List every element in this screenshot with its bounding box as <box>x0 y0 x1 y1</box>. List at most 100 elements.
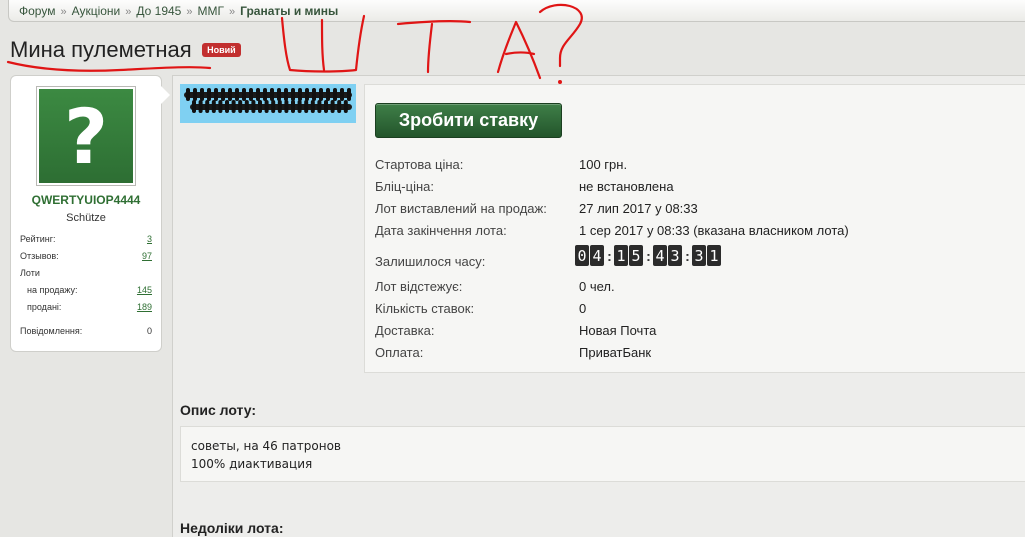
payment-label: Оплата: <box>375 345 424 360</box>
belt-link <box>305 88 309 101</box>
belt-link <box>270 88 274 101</box>
belt-link <box>284 100 289 113</box>
watchers-label: Лот відстежує: <box>375 279 463 294</box>
stat-rating: Рейтинг: 3 <box>20 234 152 244</box>
breadcrumb-before-1945[interactable]: До 1945 <box>136 4 181 18</box>
end-date-value: 1 сер 2017 у 08:33 (вказана власником ло… <box>579 223 849 238</box>
belt-link <box>251 100 256 113</box>
stat-label: продані: <box>27 302 62 312</box>
belt-link <box>200 88 204 101</box>
listed-date-value: 27 лип 2017 у 08:33 <box>579 201 698 216</box>
belt-link <box>304 100 309 113</box>
belt-link <box>277 88 281 101</box>
timer-digit: 4 <box>590 245 604 266</box>
stat-rating-value[interactable]: 3 <box>147 234 152 244</box>
belt-link <box>277 100 282 113</box>
countdown-timer: 0 4 : 1 5 : 4 3 : 3 1 <box>575 245 722 266</box>
start-price-label: Стартова ціна: <box>375 157 464 172</box>
belt-link <box>263 88 267 101</box>
belt-link <box>256 88 260 101</box>
place-bid-button[interactable]: Зробити ставку <box>375 103 562 138</box>
breadcrumb-separator: » <box>186 6 193 18</box>
avatar[interactable]: ? <box>36 86 136 186</box>
timer-digit: 1 <box>707 245 721 266</box>
belt-link <box>291 88 295 101</box>
payment-value: ПриватБанк <box>579 345 652 360</box>
stat-label: Отзывов: <box>20 251 59 261</box>
belt-link <box>340 88 344 101</box>
username[interactable]: QWERTYUIOP4444 <box>11 193 161 207</box>
card-pointer <box>161 86 170 104</box>
stat-for-sale-value[interactable]: 145 <box>137 285 152 295</box>
breadcrumb-grenades-mines[interactable]: Гранаты и мины <box>240 4 338 18</box>
belt-link <box>205 100 210 113</box>
start-price-value: 100 грн. <box>579 157 628 172</box>
breadcrumb-separator: » <box>228 6 236 18</box>
belt-link <box>326 88 330 101</box>
listed-date-label: Лот виставлений на продаж: <box>375 201 547 216</box>
stat-messages-value: 0 <box>146 326 152 336</box>
timer-digit: 0 <box>575 245 589 266</box>
belt-link <box>298 88 302 101</box>
stat-lots: Лоти <box>20 268 152 278</box>
title-row: Мина пулеметная Новий <box>10 37 241 67</box>
breadcrumb-separator: » <box>125 6 132 18</box>
user-card: ? QWERTYUIOP4444 Schütze Рейтинг: 3 Отзы… <box>10 75 170 352</box>
breadcrumb: Форум » Аукціони » До 1945 » ММГ » Гранаты и мин… <box>8 0 1025 22</box>
belt-link <box>312 88 316 101</box>
description-box: советы, на 46 патронов 100% диактивация <box>180 426 1025 482</box>
new-badge: Новий <box>202 43 241 57</box>
belt-link <box>330 100 335 113</box>
question-mark-icon: ? <box>39 89 133 183</box>
stat-label: Рейтинг: <box>20 234 56 244</box>
stat-label: Лоти <box>20 268 40 278</box>
belt-link <box>343 100 348 113</box>
watchers-value: 0 чел. <box>579 279 615 294</box>
description-line: 100% диактивация <box>191 457 313 471</box>
defects-title: Недоліки лота: <box>180 520 284 536</box>
delivery-label: Доставка: <box>375 323 435 338</box>
breadcrumb-auctions[interactable]: Аукціони <box>72 4 121 18</box>
stat-sold: продані: 189 <box>20 302 152 312</box>
timer-digit: 4 <box>653 245 667 266</box>
ammo-belt-image <box>184 88 352 113</box>
belt-link <box>284 88 288 101</box>
timer-colon: : <box>685 247 690 264</box>
delivery-value: Новая Почта <box>579 323 657 338</box>
belt-link <box>235 88 239 101</box>
belt-link <box>291 100 295 113</box>
belt-link <box>218 100 223 113</box>
timer-colon: : <box>646 247 651 264</box>
belt-link <box>297 100 302 113</box>
belt-link <box>211 100 216 113</box>
breadcrumb-separator: » <box>60 6 67 18</box>
timer-digit: 3 <box>668 245 682 266</box>
timer-colon: : <box>607 247 612 264</box>
timer-digit: 5 <box>629 245 643 266</box>
belt-link <box>238 100 243 113</box>
timer-digit: 3 <box>692 245 706 266</box>
belt-link <box>193 88 197 101</box>
belt-link <box>242 88 246 101</box>
breadcrumb-mmg[interactable]: ММГ <box>197 4 224 18</box>
lot-thumbnail[interactable] <box>180 84 356 123</box>
description-title: Опис лоту: <box>180 402 257 418</box>
description-line: советы, на 46 патронов <box>191 439 341 453</box>
belt-link <box>207 88 211 101</box>
belt-link <box>244 100 249 113</box>
belt-link <box>337 100 342 113</box>
belt-link <box>333 88 337 101</box>
stat-sold-value[interactable]: 189 <box>137 302 152 312</box>
bids-count-label: Кількість ставок: <box>375 301 475 316</box>
belt-link <box>249 88 253 101</box>
belt-link <box>324 100 328 113</box>
belt-link <box>214 88 218 101</box>
timer-digit: 1 <box>614 245 628 266</box>
breadcrumb-forum[interactable]: Форум <box>19 4 55 18</box>
time-remaining-label: Залишилося часу: <box>375 254 486 269</box>
stat-for-sale: на продажу: 145 <box>20 285 152 295</box>
stat-label: на продажу: <box>27 285 78 295</box>
stat-messages: Повідомлення: 0 <box>20 326 152 336</box>
stat-reviews-value[interactable]: 97 <box>142 251 152 261</box>
blitz-price-value: не встановлена <box>579 179 674 194</box>
